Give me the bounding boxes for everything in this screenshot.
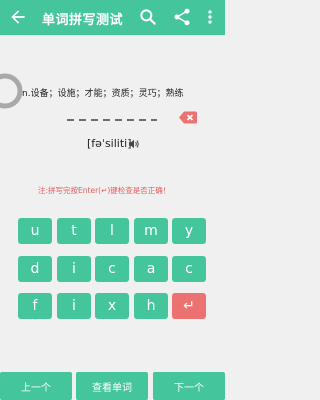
search-icon[interactable]: [138, 7, 158, 27]
enter-key[interactable]: ↵: [172, 293, 206, 319]
bottom-bar: 上一个 查看单词 下一个: [0, 372, 225, 400]
key-y[interactable]: y: [172, 218, 206, 244]
key-m[interactable]: m: [134, 218, 168, 244]
backspace-button[interactable]: [179, 111, 197, 124]
answer-slots: [67, 119, 157, 121]
key-x[interactable]: x: [95, 293, 129, 319]
letter-keypad: u t l m y d i c a c f i x h ↵: [18, 218, 208, 324]
key-a[interactable]: a: [134, 256, 168, 282]
page-title: 单词拼写测试: [42, 13, 124, 28]
hint-note: 注:拼写完按Enter(↵)键检查是否正确！: [38, 186, 171, 195]
share-icon[interactable]: [172, 7, 192, 27]
key-t[interactable]: t: [57, 218, 91, 244]
next-button[interactable]: 下一个: [153, 372, 225, 400]
speaker-icon[interactable]: [128, 138, 140, 150]
key-c-2[interactable]: c: [172, 256, 206, 282]
key-i-2[interactable]: i: [57, 293, 91, 319]
key-i[interactable]: i: [57, 256, 91, 282]
progress-ring: [0, 73, 23, 109]
view-word-button[interactable]: 查看单词: [76, 372, 148, 400]
more-menu-icon[interactable]: [204, 7, 216, 27]
word-definition: n.设备；设施；才能；资质；灵巧；熟练: [22, 89, 184, 99]
app-bar: 单词拼写测试: [0, 0, 225, 35]
key-h[interactable]: h: [134, 293, 168, 319]
phonetic-text: [fəˈsiliti]: [87, 137, 132, 150]
key-c[interactable]: c: [95, 256, 129, 282]
key-f[interactable]: f: [18, 293, 52, 319]
key-l[interactable]: l: [95, 218, 129, 244]
previous-button[interactable]: 上一个: [0, 372, 72, 400]
key-u[interactable]: u: [18, 218, 52, 244]
back-arrow-icon[interactable]: [8, 7, 28, 27]
key-d[interactable]: d: [18, 256, 52, 282]
